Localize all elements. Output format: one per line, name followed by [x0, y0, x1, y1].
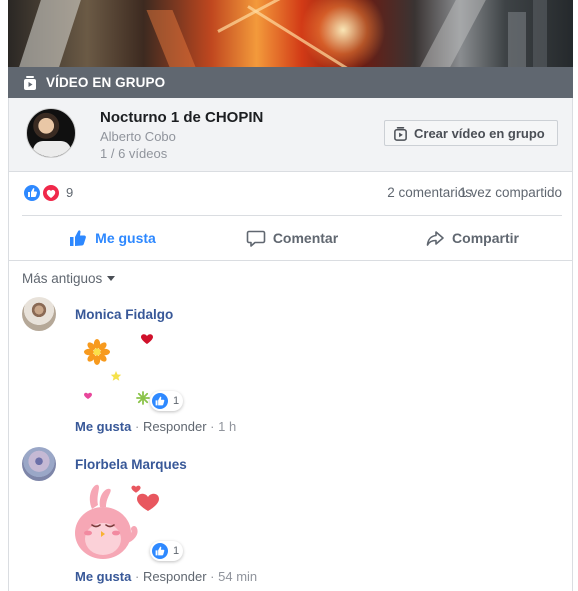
video-series-card: Nocturno 1 de CHOPIN Alberto Cobo 1 / 6 …: [8, 98, 573, 171]
comment-item: Monica Fidalgo 1 Me gusta · Responder · …: [22, 297, 562, 437]
meta-separator: ·: [134, 569, 140, 584]
flower-sticker: [84, 334, 153, 405]
video-frame-detail: [19, 0, 81, 67]
comment-like-link[interactable]: Me gusta: [75, 419, 131, 434]
actions-top-divider: [22, 215, 562, 216]
meta-separator: ·: [210, 569, 215, 584]
comment-timestamp[interactable]: 54 min: [218, 569, 257, 584]
like-button-label: Me gusta: [95, 230, 156, 246]
series-author[interactable]: Alberto Cobo: [100, 129, 176, 144]
series-avatar[interactable]: [26, 108, 76, 158]
caret-down-icon: [107, 276, 116, 281]
comment-reply-link[interactable]: Responder: [143, 419, 207, 434]
like-button[interactable]: Me gusta: [22, 220, 202, 256]
comment-reaction-count: 1: [173, 545, 180, 557]
meta-separator: ·: [210, 419, 215, 434]
comment-sort-label: Más antiguos: [22, 271, 103, 286]
reaction-icons[interactable]: [22, 182, 66, 204]
reaction-count[interactable]: 9: [66, 185, 73, 200]
share-button[interactable]: Compartir: [382, 220, 562, 256]
post-actions: Me gusta Comentar Compartir: [22, 220, 562, 256]
like-icon: [152, 543, 168, 559]
comment-reply-link[interactable]: Responder: [143, 569, 207, 584]
comment-item: Florbela Marques 1 Me gusta · Responder: [22, 447, 562, 587]
video-thumbnail[interactable]: [8, 0, 573, 67]
commenter-avatar[interactable]: [22, 297, 56, 331]
video-playlist-icon: [393, 126, 408, 141]
comment-icon: [246, 230, 266, 247]
comment-meta: Me gusta · Responder · 1 h: [75, 419, 236, 434]
video-frame-detail: [533, 0, 547, 67]
comment-reaction-badge[interactable]: 1: [150, 391, 184, 411]
video-playlist-icon: [22, 75, 38, 91]
like-icon: [22, 183, 42, 203]
share-button-label: Compartir: [452, 230, 519, 246]
video-group-bar: VÍDEO EN GRUPO: [8, 67, 573, 98]
commenter-name[interactable]: Florbela Marques: [75, 457, 187, 472]
series-title[interactable]: Nocturno 1 de CHOPIN: [100, 109, 263, 126]
video-frame-detail: [508, 12, 526, 67]
comment-button-label: Comentar: [272, 230, 339, 246]
video-frame-detail: [146, 10, 196, 67]
shares-count-link[interactable]: 1 vez compartido: [459, 185, 562, 200]
card-divider: [8, 171, 573, 172]
comment-sort-dropdown[interactable]: Más antiguos: [22, 271, 116, 286]
video-frame-detail: [420, 0, 486, 67]
comment-timestamp[interactable]: 1 h: [218, 419, 236, 434]
comment-reaction-badge[interactable]: 1: [150, 541, 184, 561]
comments-section: Más antiguos Monica Fidalgo 1 Me gusta ·…: [8, 261, 573, 591]
create-group-video-label: Crear vídeo en grupo: [414, 125, 545, 141]
comment-like-link[interactable]: Me gusta: [75, 569, 131, 584]
meta-separator: ·: [134, 419, 140, 434]
comment-reaction-count: 1: [173, 395, 180, 407]
comment-meta: Me gusta · Responder · 54 min: [75, 569, 257, 584]
reactions-summary: 9 2 comentarios 1 vez compartido: [22, 182, 562, 204]
series-video-count: 1 / 6 vídeos: [100, 146, 168, 161]
like-icon: [152, 393, 168, 409]
video-frame-glow: [298, 0, 388, 67]
thumbs-up-icon: [70, 230, 87, 246]
video-group-label: VÍDEO EN GRUPO: [46, 75, 166, 90]
commenter-avatar[interactable]: [22, 447, 56, 481]
share-icon: [426, 231, 444, 246]
love-icon: [41, 183, 61, 203]
comment-button[interactable]: Comentar: [202, 220, 382, 256]
create-group-video-button[interactable]: Crear vídeo en grupo: [384, 120, 558, 146]
commenter-name[interactable]: Monica Fidalgo: [75, 307, 173, 322]
